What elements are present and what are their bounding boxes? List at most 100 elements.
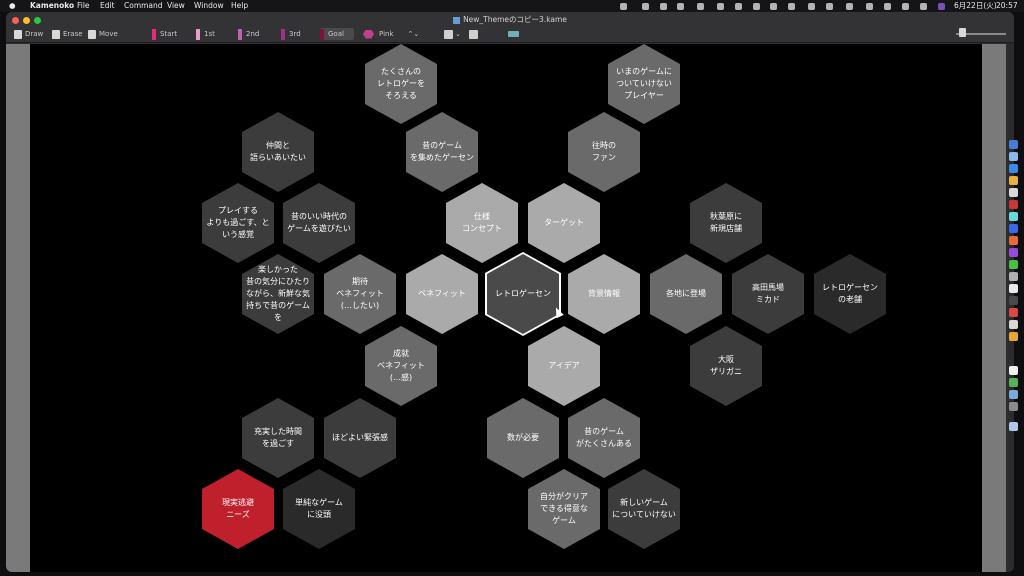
hex-cell[interactable]: 昔のゲーム を集めたゲーセン <box>406 112 478 192</box>
dock-app-icon[interactable] <box>1009 188 1018 197</box>
hex-cell[interactable]: 昔のいい時代の ゲームを遊びたい <box>283 183 355 263</box>
apple-icon[interactable]: ● <box>9 0 16 12</box>
hex-cell[interactable]: いまのゲームに ついていけない プレイヤー <box>608 44 680 124</box>
status-search-icon[interactable] <box>866 3 873 10</box>
hex-cell[interactable]: 仲間と 語らいあいたい <box>242 112 314 192</box>
document-outline-icon[interactable] <box>469 30 478 39</box>
hex-cell[interactable]: ほどよい緊張感 <box>324 398 396 478</box>
hex-cell[interactable]: 数が必要 <box>487 398 559 478</box>
status-moon-icon[interactable] <box>753 3 760 10</box>
dock-app-icon[interactable] <box>1009 378 1018 387</box>
dock-app-icon[interactable] <box>1009 224 1018 233</box>
hex-cell[interactable]: 楽しかった 昔の気分にひたり ながら、新鮮な気 持ちで昔のゲーム を <box>242 254 314 334</box>
hex-cell[interactable]: 大阪 ザリガニ <box>690 326 762 406</box>
menu-view[interactable]: View <box>167 0 185 12</box>
dock-app-icon[interactable] <box>1009 152 1018 161</box>
hex-cell[interactable]: 新しいゲーム についていけない <box>608 469 680 549</box>
dock-app-icon[interactable] <box>1009 212 1018 221</box>
pencil-icon <box>14 29 22 39</box>
hex-cell[interactable]: 各地に登場 <box>650 254 722 334</box>
first-color-button[interactable]: 1st <box>196 28 215 40</box>
move-tool-button[interactable]: Move <box>88 28 118 40</box>
mandala-canvas[interactable]: たくさんの レトロゲーを そろえる いまのゲームに ついていけない プレイヤー … <box>30 44 982 572</box>
status-battery-icon[interactable] <box>884 3 891 10</box>
status-volume-icon[interactable] <box>808 3 815 10</box>
start-color-button[interactable]: Start <box>152 28 177 40</box>
dock-app-icon[interactable] <box>1009 320 1018 329</box>
hex-cell[interactable]: 期待 ベネフィット (…したい) <box>324 254 396 334</box>
status-display-icon[interactable] <box>788 3 795 10</box>
hex-cell[interactable]: 昔のゲーム がたくさんある <box>568 398 640 478</box>
status-list-icon[interactable] <box>735 3 742 10</box>
hex-cell[interactable]: 仕様 コンセプト <box>446 183 518 263</box>
hex-cell[interactable]: 現実逃避 ニーズ <box>202 469 274 549</box>
dock-app-icon[interactable] <box>1009 308 1018 317</box>
select-arrows-icon: ⌃⌄ <box>407 30 420 38</box>
menu-app-name[interactable]: Kamenoko <box>30 0 74 12</box>
second-color-button[interactable]: 2nd <box>238 28 259 40</box>
sidebar-toggle-icon[interactable] <box>508 31 519 37</box>
hex-cell[interactable]: ターゲット <box>528 183 600 263</box>
menubar-time[interactable]: 20:57 <box>996 0 1018 12</box>
zoom-slider-knob[interactable] <box>959 28 966 37</box>
menubar-date[interactable]: 6月22日(火) <box>954 0 997 12</box>
share-icon[interactable] <box>444 30 453 39</box>
menu-file[interactable]: File <box>77 0 90 12</box>
color-select[interactable]: Pink ⌃⌄ <box>363 28 419 40</box>
dock-downloads-icon[interactable] <box>1009 422 1018 431</box>
hex-cell[interactable]: 充実した時間 を過ごす <box>242 398 314 478</box>
status-record-icon[interactable] <box>770 3 777 10</box>
menu-help[interactable]: Help <box>231 0 248 12</box>
menu-command[interactable]: Command <box>124 0 163 12</box>
dock-app-icon[interactable] <box>1009 260 1018 269</box>
status-app-icon[interactable] <box>938 3 945 10</box>
hex-cell[interactable]: 秋葉原に 新規店舗 <box>690 183 762 263</box>
hex-cell[interactable]: 成就 ベネフィット (…感) <box>365 326 437 406</box>
dock-app-icon[interactable] <box>1009 390 1018 399</box>
dock-app-icon[interactable] <box>1009 296 1018 305</box>
dock-app-icon[interactable] <box>1009 272 1018 281</box>
third-swatch <box>281 28 285 40</box>
goal-color-button[interactable]: Goal <box>320 28 354 40</box>
status-bag-icon[interactable] <box>642 3 649 10</box>
dock-app-icon[interactable] <box>1009 332 1018 341</box>
eraser-icon <box>52 29 60 39</box>
hex-cell[interactable]: 背景情報 <box>568 254 640 334</box>
status-siri-icon[interactable] <box>920 3 927 10</box>
status-clock-icon[interactable] <box>697 3 704 10</box>
left-margin <box>6 44 30 572</box>
third-color-button[interactable]: 3rd <box>281 28 301 40</box>
menu-window[interactable]: Window <box>194 0 224 12</box>
hex-cell[interactable]: レトロゲーセン の老舗 <box>814 254 886 334</box>
dock-app-icon[interactable] <box>1009 164 1018 173</box>
hex-cell[interactable]: 往時の ファン <box>568 112 640 192</box>
menu-edit[interactable]: Edit <box>100 0 115 12</box>
dock-app-icon[interactable] <box>1009 284 1018 293</box>
dock-app-icon[interactable] <box>1009 236 1018 245</box>
dock-app-icon[interactable] <box>1009 248 1018 257</box>
dock-app-icon[interactable] <box>1009 200 1018 209</box>
status-control-center-icon[interactable] <box>902 3 909 10</box>
status-bluetooth-icon[interactable] <box>826 3 833 10</box>
dock-app-icon[interactable] <box>1009 402 1018 411</box>
status-bolt-icon[interactable] <box>717 3 724 10</box>
hex-cell[interactable]: たくさんの レトロゲーを そろえる <box>365 44 437 124</box>
hex-cell[interactable]: 自分がクリア できる得意な ゲーム <box>528 469 600 549</box>
share-menu-arrow[interactable]: ⌄ <box>455 28 461 40</box>
document-title: New_Themeのコピー3.kame <box>6 14 1014 25</box>
dock-finder-icon[interactable] <box>1009 140 1018 149</box>
status-globe-icon[interactable] <box>677 3 684 10</box>
dock-app-icon[interactable] <box>1009 176 1018 185</box>
hex-cell[interactable]: 高田馬場 ミカド <box>732 254 804 334</box>
status-link-icon[interactable] <box>620 3 627 10</box>
hex-cell[interactable]: 単純なゲーム に没頭 <box>283 469 355 549</box>
move-icon <box>88 29 96 39</box>
hex-cell[interactable]: ベネフィット <box>406 254 478 334</box>
hex-cell[interactable]: プレイする よりも過ごす、と いう感覚 <box>202 183 274 263</box>
status-wifi-icon[interactable] <box>846 3 853 10</box>
dock-app-icon[interactable] <box>1009 366 1018 375</box>
status-ring-icon[interactable] <box>660 3 667 10</box>
erase-tool-button[interactable]: Erase <box>52 28 83 40</box>
draw-tool-button[interactable]: Draw <box>14 28 43 40</box>
hex-cell[interactable]: アイデア <box>528 326 600 406</box>
